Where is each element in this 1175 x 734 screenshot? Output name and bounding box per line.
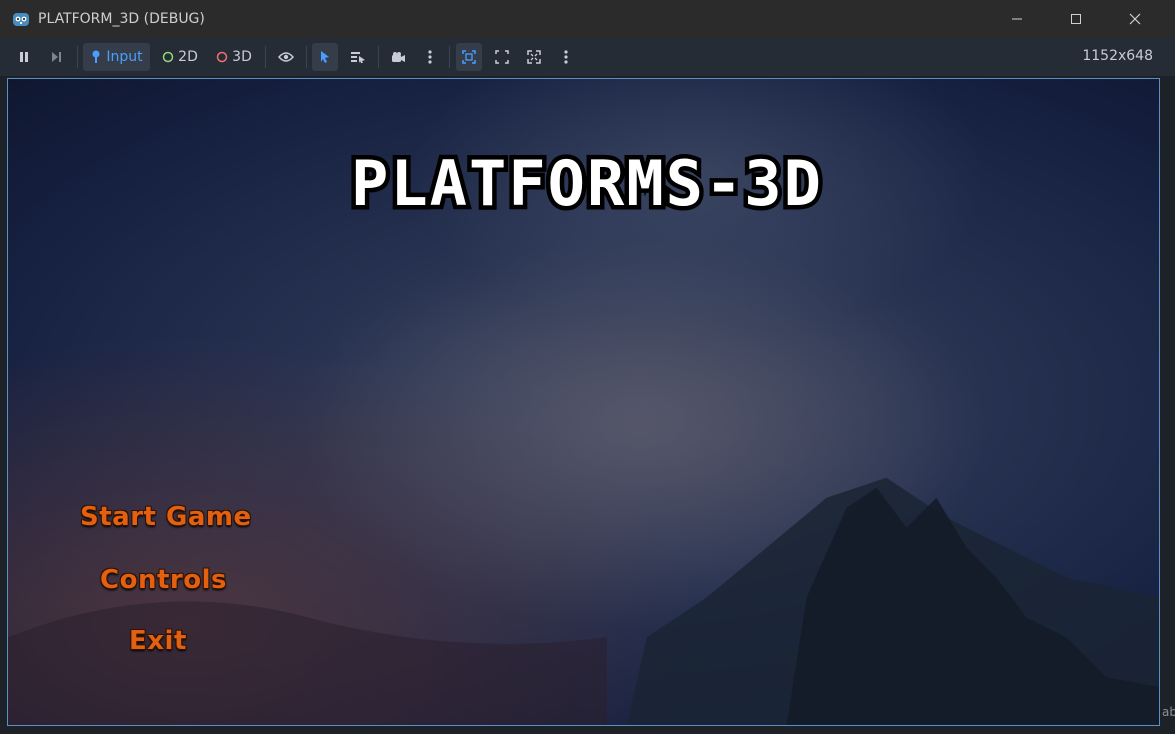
embed-window-icon [462,50,476,64]
node-3d-icon [216,51,228,63]
kebab-menu-icon [428,50,432,64]
minimize-button[interactable] [988,0,1046,38]
keep-aspect-button[interactable] [489,43,515,71]
background-window-text: ab [1162,705,1175,719]
toolbar-separator [378,46,379,68]
toolbar-separator [449,46,450,68]
step-forward-icon [52,52,61,62]
expand-icon [527,50,541,64]
list-select-button[interactable] [345,43,371,71]
list-cursor-icon [351,52,365,63]
toolbar-separator [77,46,78,68]
exit-button[interactable]: Exit [129,626,187,656]
minimize-icon [1012,18,1022,20]
next-frame-button[interactable] [44,43,68,71]
maximize-icon [1071,14,1081,24]
maximize-button[interactable] [1047,0,1105,38]
close-icon [1129,13,1141,25]
toolbar-separator [265,46,266,68]
debug-toolbar: Input 2D 3D 1152x648 [0,38,1175,76]
mode-2d-button[interactable]: 2D [158,43,202,71]
joystick-icon [92,50,100,63]
camera-options-button[interactable] [419,43,441,71]
eye-icon [278,52,294,62]
embed-options-button[interactable] [555,43,577,71]
controls-button[interactable]: Controls [100,565,227,595]
camera-override-button[interactable] [385,43,411,71]
mode-3d-label: 3D [232,49,252,65]
camera-icon [392,52,405,62]
close-button[interactable] [1106,0,1164,38]
node-2d-icon [162,51,174,63]
game-viewport[interactable]: PLATFORMS-3D Start Game Controls Exit [7,78,1160,726]
resolution-label: 1152x648 [1082,48,1153,64]
window-title: PLATFORM_3D (DEBUG) [38,11,205,27]
pause-button[interactable] [12,43,36,71]
kebab-menu-icon [564,50,568,64]
fit-frame-icon [495,50,509,64]
input-label: Input [106,49,143,65]
input-toggle-button[interactable]: Input [83,43,150,71]
select-tool-button[interactable] [312,43,338,71]
stretch-button[interactable] [521,43,547,71]
start-game-button[interactable]: Start Game [80,502,252,532]
window-titlebar: PLATFORM_3D (DEBUG) [0,0,1175,38]
embed-game-button[interactable] [456,43,482,71]
visibility-button[interactable] [273,43,299,71]
mode-3d-button[interactable]: 3D [212,43,256,71]
cursor-arrow-icon [321,51,329,63]
pause-icon [20,52,28,62]
game-title-text: PLATFORMS-3D [351,151,823,220]
godot-icon [13,13,29,26]
game-title-logo: PLATFORMS-3D [347,151,826,223]
mode-2d-label: 2D [178,49,198,65]
toolbar-separator [306,46,307,68]
